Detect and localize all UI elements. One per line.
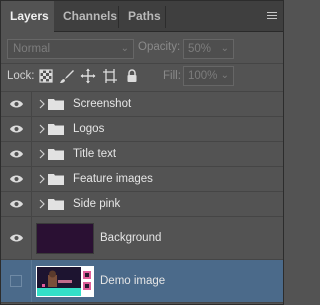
chevron-right-icon[interactable] <box>38 199 46 209</box>
chevron-right-icon[interactable] <box>38 149 46 159</box>
layers-list: Screenshot Logos Title text Feature imag… <box>1 92 283 304</box>
eye-icon[interactable] <box>9 124 24 134</box>
visibility-cell[interactable] <box>1 260 32 302</box>
tab-separator <box>165 6 166 28</box>
layer-row-feature-images[interactable]: Feature images <box>1 167 283 192</box>
layer-name: Side pink <box>73 198 121 210</box>
tab-paths[interactable]: Paths <box>119 1 170 32</box>
visibility-cell[interactable] <box>1 217 32 259</box>
lock-label: Lock: <box>7 70 35 82</box>
visibility-cell[interactable] <box>1 92 32 116</box>
layer-thumbnail <box>36 266 94 297</box>
visibility-cell[interactable] <box>1 117 32 141</box>
visibility-cell[interactable] <box>1 167 32 191</box>
layer-name: Screenshot <box>73 98 132 110</box>
layers-panel: Layers Channels Paths Normal ⌄ Opacity: … <box>0 0 284 305</box>
eye-icon[interactable] <box>9 99 24 109</box>
tab-channels[interactable]: Channels <box>54 1 126 32</box>
eye-icon[interactable] <box>9 174 24 184</box>
lock-all-icon[interactable] <box>124 68 140 84</box>
blend-mode-select[interactable]: Normal ⌄ <box>7 39 134 59</box>
layer-name: Demo image <box>100 275 166 287</box>
layer-name: Feature images <box>73 173 153 185</box>
layer-thumbnail <box>36 223 94 254</box>
layer-name: Background <box>100 232 162 244</box>
eye-icon[interactable] <box>9 149 24 159</box>
lock-image-pixels-icon[interactable] <box>59 68 75 84</box>
folder-icon <box>48 174 64 185</box>
chevron-down-icon: ⌄ <box>120 43 129 54</box>
lock-fill-row: Lock: Fill: 100% ⌄ <box>1 65 283 89</box>
folder-icon <box>48 99 64 110</box>
visibility-cell[interactable] <box>1 192 32 216</box>
opacity-label: Opacity: <box>138 41 181 53</box>
fill-value: 100% <box>188 70 218 82</box>
blend-opacity-row: Normal ⌄ Opacity: 50% ⌄ <box>1 37 283 61</box>
opacity-value: 50% <box>188 43 212 55</box>
lock-position-icon[interactable] <box>80 68 96 84</box>
chevron-right-icon[interactable] <box>38 174 46 184</box>
lock-artboard-icon[interactable] <box>102 68 118 84</box>
divider <box>1 63 283 64</box>
chevron-right-icon[interactable] <box>38 124 46 134</box>
fill-label: Fill: <box>163 70 181 82</box>
layer-row-demo-image[interactable]: Demo image <box>1 260 283 303</box>
chevron-down-icon: ⌄ <box>220 43 229 54</box>
chevron-right-icon[interactable] <box>38 99 46 109</box>
layer-row-logos[interactable]: Logos <box>1 117 283 142</box>
folder-icon <box>48 124 64 135</box>
lock-transparent-pixels-icon[interactable] <box>38 68 54 84</box>
chevron-down-icon: ⌄ <box>220 70 229 81</box>
layer-name: Logos <box>73 123 105 135</box>
layer-row-title-text[interactable]: Title text <box>1 142 283 167</box>
tab-layers[interactable]: Layers <box>1 1 54 33</box>
layer-row-side-pink[interactable]: Side pink <box>1 192 283 217</box>
panel-menu-icon[interactable] <box>267 12 277 20</box>
folder-icon <box>48 199 64 210</box>
opacity-field[interactable]: 50% ⌄ <box>183 39 234 59</box>
layer-name: Title text <box>73 148 117 160</box>
visibility-cell[interactable] <box>1 142 32 166</box>
layer-row-background[interactable]: Background <box>1 217 283 260</box>
visibility-toggle-empty[interactable] <box>10 275 22 287</box>
eye-icon[interactable] <box>9 233 24 243</box>
blend-mode-value: Normal <box>13 43 51 55</box>
fill-field[interactable]: 100% ⌄ <box>183 66 234 86</box>
layer-row-screenshot[interactable]: Screenshot <box>1 92 283 117</box>
panel-tab-bar: Layers Channels Paths <box>1 1 283 33</box>
folder-icon <box>48 149 64 160</box>
eye-icon[interactable] <box>9 199 24 209</box>
